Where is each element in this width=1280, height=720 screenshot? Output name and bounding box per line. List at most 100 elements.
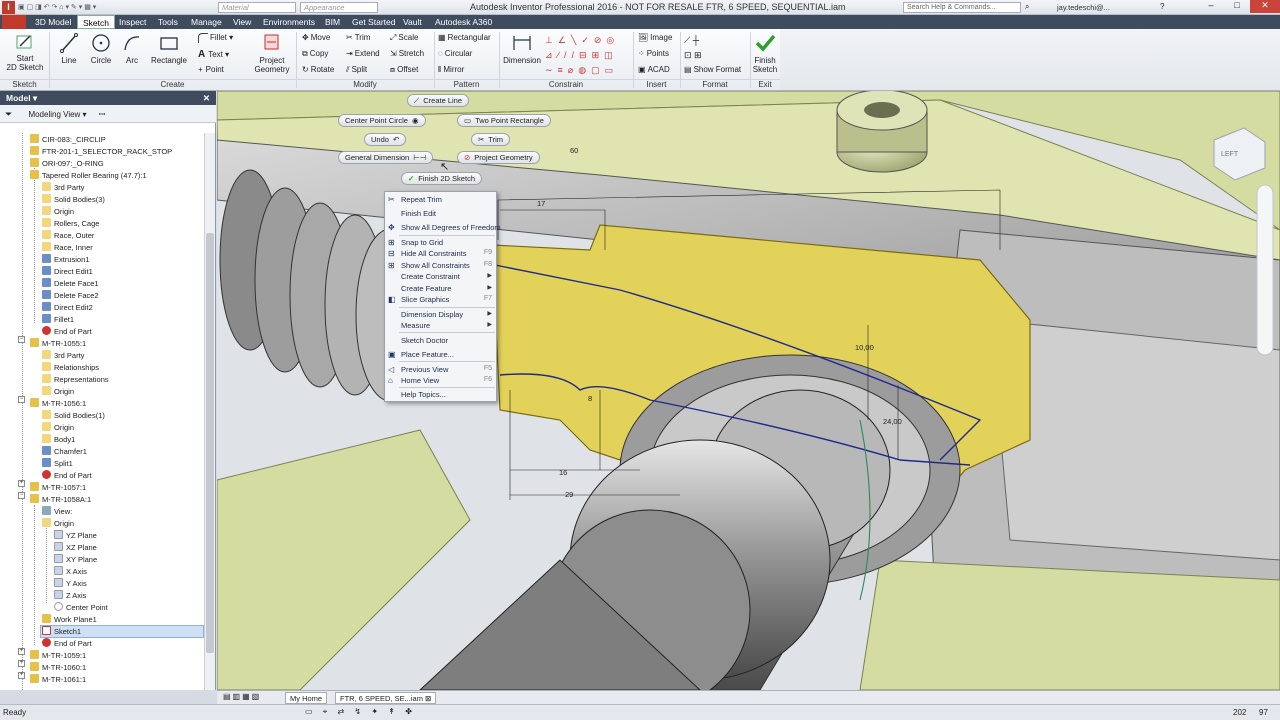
tab-bim[interactable]: BIM: [320, 15, 345, 29]
show-format-button[interactable]: ▤ Show Format: [684, 65, 741, 74]
text-button[interactable]: A Text ▾: [198, 49, 229, 60]
help-icon[interactable]: ?: [1160, 2, 1164, 11]
tree-item[interactable]: Y Axis: [54, 578, 87, 590]
tab-document[interactable]: FTR, 6 SPEED, SE...iam ⊠: [335, 692, 437, 704]
menu-item-show-constraints[interactable]: Show All Constraints: [401, 260, 495, 271]
tab-manage[interactable]: Manage: [186, 15, 227, 29]
tree-item[interactable]: Delete Face1: [42, 278, 99, 290]
panel-title-format[interactable]: Format: [680, 79, 750, 89]
menu-item-create-constraint[interactable]: Create Constraint: [401, 271, 495, 282]
tree-item[interactable]: Extrusion1: [42, 254, 89, 266]
circular-pattern-button[interactable]: ◌ Circular: [438, 49, 472, 58]
tab-inspect[interactable]: Inspect: [114, 15, 151, 29]
mirror-button[interactable]: ⫴ Mirror: [438, 65, 464, 75]
dimension-button[interactable]: Dimension: [502, 32, 542, 65]
menu-item-measure[interactable]: Measure: [401, 320, 495, 331]
tree-item[interactable]: M-TR-1060:1: [30, 662, 86, 674]
tree-item[interactable]: Origin: [42, 386, 74, 398]
tree-item[interactable]: End of Part: [42, 326, 92, 338]
expand-toggle[interactable]: −: [18, 396, 25, 403]
graphics-window[interactable]: 60 17 10,00 8 24,00 16 29 LEFT: [217, 91, 1280, 690]
dimension-29[interactable]: 29: [565, 490, 573, 499]
stretch-button[interactable]: ⇲ Stretch: [390, 49, 424, 58]
points-button[interactable]: ⁘ Points: [638, 49, 669, 58]
tree-item[interactable]: Fillet1: [42, 314, 74, 326]
dimension-16[interactable]: 16: [559, 468, 567, 477]
offset-button[interactable]: ⧈ Offset: [390, 65, 418, 75]
tree-item-sketch1[interactable]: Sketch1: [42, 626, 81, 638]
tab-environments[interactable]: Environments: [258, 15, 320, 29]
finish-2d-sketch-button[interactable]: ✓ Finish 2D Sketch: [401, 172, 482, 185]
menu-item-hide-constraints[interactable]: Hide All Constraints: [401, 248, 495, 259]
tree-item[interactable]: XY Plane: [54, 554, 97, 566]
browser-scrollbar[interactable]: [204, 133, 215, 690]
menu-item-repeat-trim[interactable]: Repeat Trim: [401, 194, 495, 205]
menu-item-slice-graphics[interactable]: Slice Graphics: [401, 294, 495, 305]
tree-item[interactable]: End of Part: [42, 638, 92, 650]
tree-item[interactable]: Representations: [42, 374, 109, 386]
menu-item-create-feature[interactable]: Create Feature: [401, 283, 495, 294]
tree-item[interactable]: Z Axis: [54, 590, 86, 602]
scale-button[interactable]: ⤢ Scale: [390, 33, 418, 43]
expand-toggle[interactable]: −: [18, 336, 25, 343]
menu-item-home-view[interactable]: Home View: [401, 375, 495, 386]
tree-item[interactable]: Solid Bodies(1): [42, 410, 105, 422]
arc-button[interactable]: Arc: [117, 32, 147, 65]
viewcube-face-left[interactable]: LEFT: [1221, 151, 1238, 158]
tree-item[interactable]: YZ Plane: [54, 530, 97, 542]
project-geometry-button[interactable]: Project Geometry: [250, 32, 294, 74]
point-button[interactable]: + Point: [198, 65, 224, 74]
view-mode-dropdown[interactable]: Modeling View ▾: [28, 110, 86, 119]
menu-item-help-topics[interactable]: Help Topics...: [401, 389, 495, 400]
tree-item[interactable]: Body1: [42, 434, 75, 446]
rectangular-pattern-button[interactable]: ▦ Rectangular: [438, 33, 491, 42]
tile-view-icons[interactable]: ▤▥▦▧: [223, 692, 261, 701]
user-account[interactable]: jay.tedeschi@...: [1057, 3, 1110, 12]
tree-item[interactable]: M-TR-1061:1: [30, 674, 86, 686]
app-logo[interactable]: I: [2, 1, 15, 14]
expand-toggle[interactable]: +: [18, 648, 25, 655]
tab-sketch[interactable]: Sketch: [77, 15, 115, 29]
expand-toggle[interactable]: +: [18, 480, 25, 487]
browser-close-icon[interactable]: ✕: [203, 91, 210, 105]
menu-item-snap-to-grid[interactable]: Snap to Grid: [401, 237, 495, 248]
close-button[interactable]: ✕: [1250, 0, 1280, 13]
dimension-60[interactable]: 60: [570, 146, 578, 155]
tree-item[interactable]: Origin: [42, 422, 74, 434]
tree-item[interactable]: Direct Edit1: [42, 266, 93, 278]
trim-button-mm[interactable]: ✂ Trim: [471, 133, 511, 146]
start-2d-sketch-button[interactable]: Start 2D Sketch: [4, 32, 46, 72]
tree-item[interactable]: Split1: [42, 458, 73, 470]
tab-my-home[interactable]: My Home: [285, 692, 328, 704]
trim-button[interactable]: ✂ Trim: [346, 33, 370, 42]
tree-item[interactable]: Race, Inner: [42, 242, 93, 254]
split-button[interactable]: ⫽ Split: [346, 65, 367, 75]
panel-title-constrain[interactable]: Constrain: [499, 79, 633, 89]
tree-item[interactable]: M-TR-1056:1: [30, 398, 86, 410]
tree-item[interactable]: XZ Plane: [54, 542, 97, 554]
close-tab-icon[interactable]: ⊠: [425, 694, 431, 703]
undo-button[interactable]: Undo ↶: [364, 133, 407, 146]
fillet-button[interactable]: Fillet ▾: [198, 33, 233, 43]
line-button[interactable]: Line: [54, 32, 84, 65]
menu-item-place-feature[interactable]: Place Feature...: [401, 349, 495, 360]
model-view[interactable]: [217, 91, 1280, 690]
tree-item[interactable]: CIR-083:_CIRCLIP: [30, 134, 106, 146]
status-tool-icons[interactable]: ▭ ⌖ ⇄ ↯ ✦ ↟ ✤: [305, 707, 416, 717]
tree-item[interactable]: Chamfer1: [42, 446, 87, 458]
menu-item-previous-view[interactable]: Previous View: [401, 364, 495, 375]
tree-item[interactable]: X Axis: [54, 566, 87, 578]
tree-item[interactable]: Tapered Roller Bearing (47.7):1: [30, 170, 147, 182]
menu-item-dimension-display[interactable]: Dimension Display: [401, 309, 495, 320]
tree-item[interactable]: 3rd Party: [42, 350, 84, 362]
expand-toggle[interactable]: −: [18, 492, 25, 499]
tree-item[interactable]: Origin: [42, 518, 74, 530]
panel-title-create[interactable]: Create: [49, 79, 296, 89]
tree-item[interactable]: M-TR-1055:1: [30, 338, 86, 350]
tree-item[interactable]: ORI-097:_O-RING: [30, 158, 104, 170]
filter-icon[interactable]: ⏷: [5, 109, 12, 119]
tree-item[interactable]: M-TR-1059:1: [30, 650, 86, 662]
tree-item[interactable]: Center Point: [54, 602, 108, 614]
center-point-circle-button[interactable]: Center Point Circle ◉: [338, 114, 426, 127]
search-icon[interactable]: ⌕: [1025, 2, 1029, 12]
